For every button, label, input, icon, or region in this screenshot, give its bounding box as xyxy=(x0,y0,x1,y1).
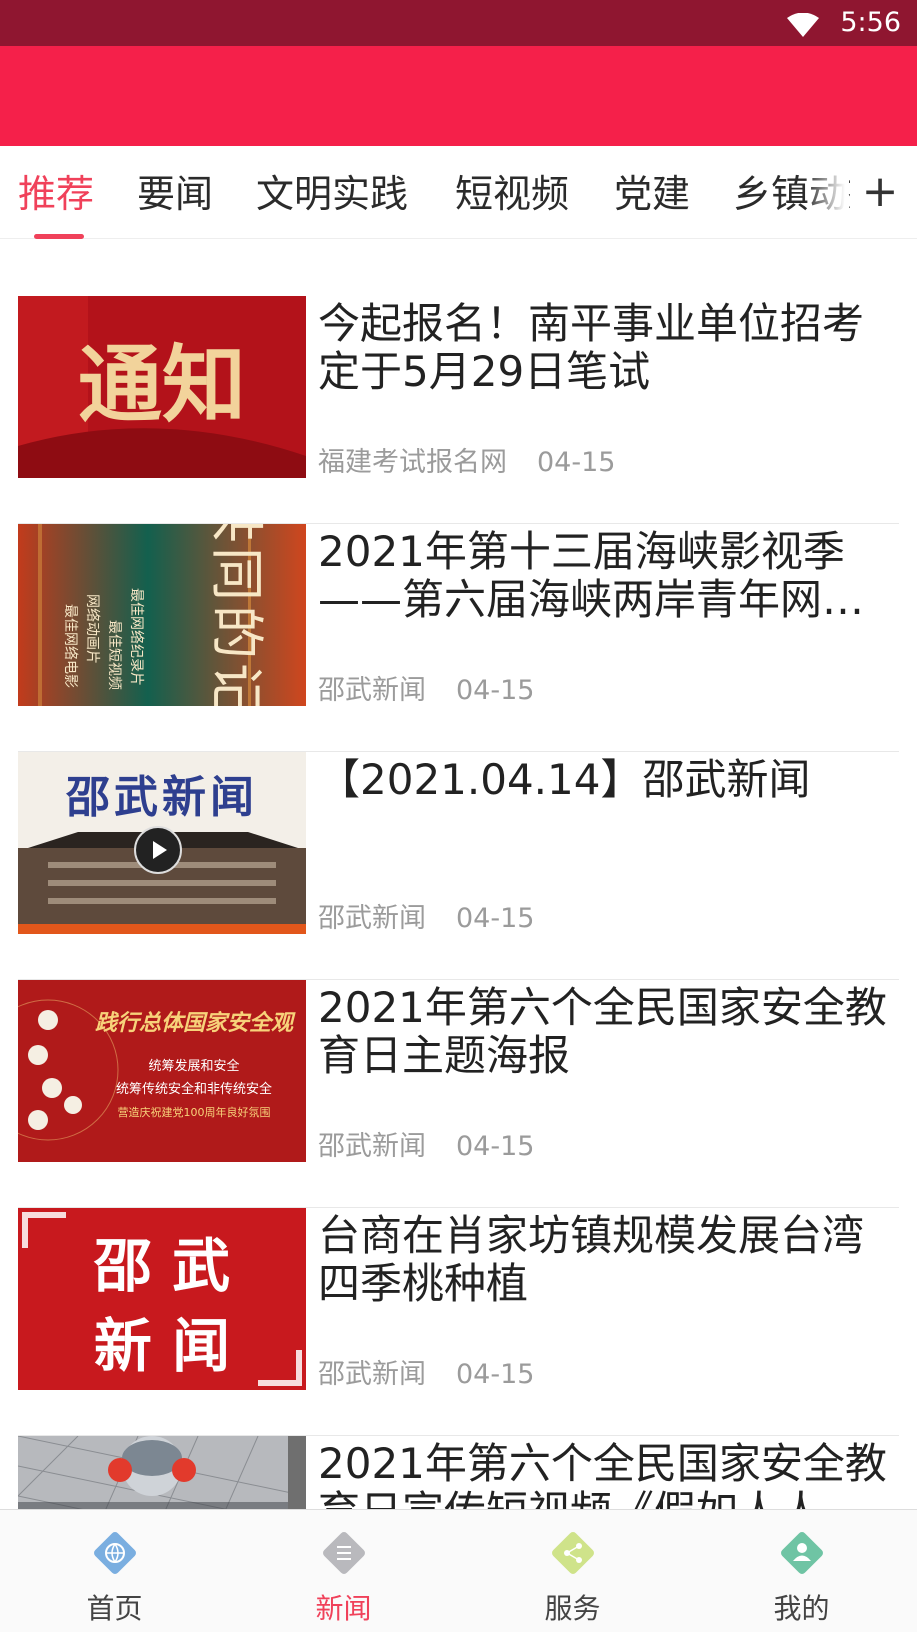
news-meta: 福建考试报名网 04-15 xyxy=(318,446,615,480)
news-item[interactable]: 通知 今起报名！南平事业单位招考定于5月29日笔试 福建考试报名网 04-15 xyxy=(0,296,917,524)
thumbnail-caption: 新 闻 xyxy=(94,1312,230,1380)
nav-service[interactable]: 服务 xyxy=(458,1510,687,1632)
news-date: 04-15 xyxy=(456,675,535,706)
tab-headlines[interactable]: 要闻 xyxy=(137,146,213,238)
status-time: 5:56 xyxy=(840,7,901,38)
news-date: 04-15 xyxy=(456,903,535,934)
news-title: 【2021.04.14】邵武新闻 xyxy=(318,756,811,804)
wifi-icon xyxy=(787,12,819,41)
thumbnail-caption: 邵武新闻 xyxy=(65,772,258,823)
news-date: 04-15 xyxy=(537,447,616,478)
news-item[interactable]: 共同的记忆 最佳网络电影 网络动画片 最佳短视频 最佳网络纪录片 2021年第十… xyxy=(0,524,917,752)
news-title: 2021年第十三届海峡影视季——第六届海峡两岸青年网络视听优秀作品推选活动 xyxy=(318,528,865,624)
news-source: 邵武新闻 xyxy=(318,903,426,934)
add-channel-button[interactable]: + xyxy=(850,146,910,238)
thumbnail-caption: 共同的记忆 xyxy=(205,524,268,706)
thumbnail-line: 最佳网络电影 xyxy=(62,604,78,688)
thumbnail-caption: 通知 xyxy=(78,335,246,434)
news-thumbnail: 邵武新闻 xyxy=(18,752,306,934)
news-title: 今起报名！南平事业单位招考定于5月29日笔试 xyxy=(318,300,865,396)
news-meta: 邵武新闻 04-15 xyxy=(318,1130,534,1164)
tabs-fade xyxy=(805,146,845,236)
bottom-nav: 首页 新闻 服务 我的 xyxy=(0,1509,917,1632)
news-date: 04-15 xyxy=(456,1359,535,1390)
user-icon xyxy=(775,1526,829,1580)
news-title: 台商在肖家坊镇规模发展台湾四季桃种植 xyxy=(318,1212,865,1308)
news-meta: 邵武新闻 04-15 xyxy=(318,902,534,936)
news-thumbnail: 通知 xyxy=(18,296,306,478)
news-meta: 邵武新闻 04-15 xyxy=(318,1358,534,1392)
news-item[interactable]: 邵武新闻 【2021.04.14】邵武新闻 邵武新闻 04-15 xyxy=(0,752,917,980)
nav-home[interactable]: 首页 xyxy=(0,1510,229,1632)
thumbnail-line: 网络动画片 xyxy=(84,594,100,664)
nav-label: 首页 xyxy=(86,1592,143,1625)
news-item[interactable]: 践行总体国家安全观 统筹发展和安全 统筹传统安全和非传统安全 营造庆祝建党100… xyxy=(0,980,917,1208)
news-thumbnail xyxy=(18,1436,306,1509)
tab-short-video[interactable]: 短视频 xyxy=(455,146,569,238)
news-title: 2021年第六个全民国家安全教育日主题海报 xyxy=(318,984,887,1080)
news-item[interactable]: 2021年第六个全民国家安全教育日宣传短视频《假如人人 xyxy=(0,1436,917,1509)
news-source: 邵武新闻 xyxy=(318,1131,426,1162)
thumbnail-line: 统筹传统安全和非传统安全 xyxy=(116,1081,272,1097)
nav-label: 服务 xyxy=(544,1592,601,1625)
list-icon xyxy=(317,1526,371,1580)
news-thumbnail: 践行总体国家安全观 统筹发展和安全 统筹传统安全和非传统安全 营造庆祝建党100… xyxy=(18,980,306,1162)
news-source: 邵武新闻 xyxy=(318,1359,426,1390)
thumbnail-caption: 践行总体国家安全观 xyxy=(95,1010,296,1036)
thumbnail-line: 营造庆祝建党100周年良好氛围 xyxy=(118,1105,271,1119)
globe-icon xyxy=(88,1526,142,1580)
tab-civilization-practice[interactable]: 文明实践 xyxy=(256,146,408,238)
news-date: 04-15 xyxy=(456,1131,535,1162)
news-title: 2021年第六个全民国家安全教育日宣传短视频《假如人人 xyxy=(318,1440,887,1509)
nav-label: 新闻 xyxy=(315,1592,372,1625)
play-icon[interactable] xyxy=(134,826,182,874)
nav-news[interactable]: 新闻 xyxy=(229,1510,458,1632)
thumbnail-caption: 邵 武 xyxy=(93,1232,230,1300)
thumbnail-line: 最佳网络纪录片 xyxy=(128,588,144,686)
share-icon xyxy=(546,1526,600,1580)
nav-label: 我的 xyxy=(773,1592,830,1625)
news-source: 邵武新闻 xyxy=(318,675,426,706)
thumbnail-line: 最佳短视频 xyxy=(106,620,122,690)
app-header xyxy=(0,46,917,146)
nav-mine[interactable]: 我的 xyxy=(687,1510,916,1632)
category-tabs: 推荐 要闻 文明实践 短视频 党建 乡镇动态 xyxy=(0,146,917,239)
news-list: 通知 今起报名！南平事业单位招考定于5月29日笔试 福建考试报名网 04-15 xyxy=(0,239,917,1509)
status-bar: 5:56 xyxy=(0,0,917,46)
news-item[interactable]: 邵 武 新 闻 台商在肖家坊镇规模发展台湾四季桃种植 邵武新闻 04-15 xyxy=(0,1208,917,1436)
tab-recommend[interactable]: 推荐 xyxy=(18,146,94,238)
news-source: 福建考试报名网 xyxy=(318,447,507,478)
news-thumbnail: 邵 武 新 闻 xyxy=(18,1208,306,1390)
tab-party-building[interactable]: 党建 xyxy=(614,146,690,238)
thumbnail-line: 统筹发展和安全 xyxy=(148,1058,239,1074)
news-thumbnail: 共同的记忆 最佳网络电影 网络动画片 最佳短视频 最佳网络纪录片 xyxy=(18,524,306,706)
news-meta: 邵武新闻 04-15 xyxy=(318,674,534,708)
